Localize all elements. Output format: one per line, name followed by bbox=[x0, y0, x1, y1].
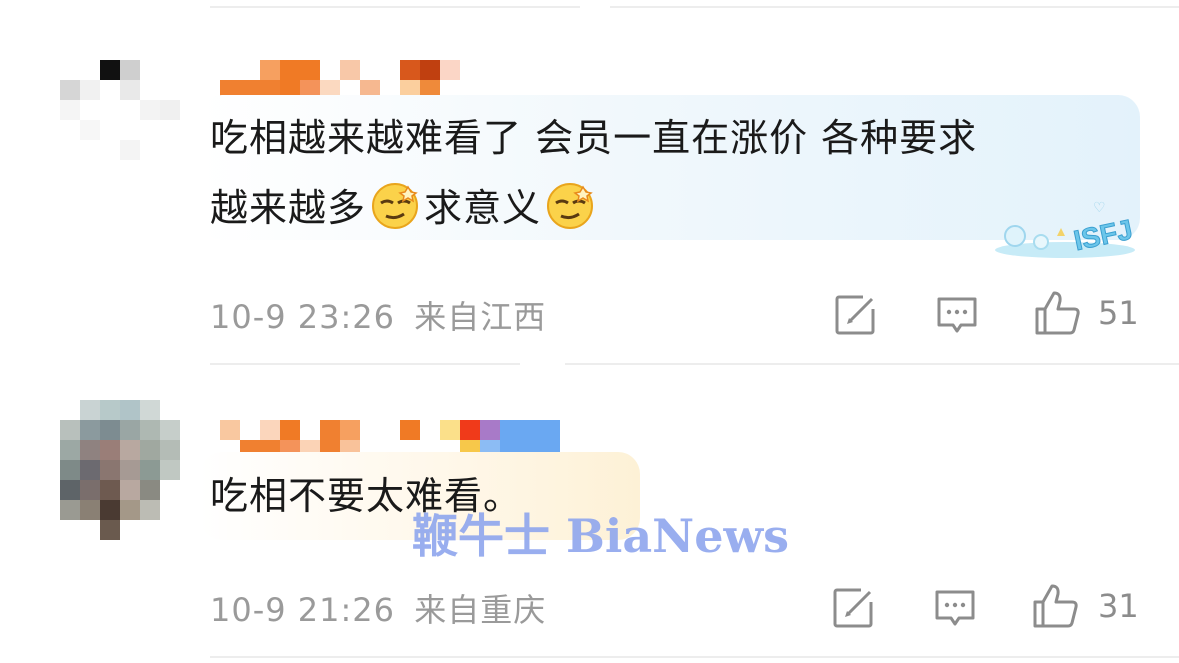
comment-location: 来自重庆 bbox=[414, 591, 547, 629]
username-pixelated[interactable] bbox=[220, 60, 460, 100]
comment-text: 吃相越来越难看了 会员一直在涨价 各种要求 越来越多 求意义 bbox=[210, 103, 1110, 243]
comment-text-part: 求意义 bbox=[424, 186, 542, 230]
comment-icon[interactable] bbox=[935, 293, 979, 337]
comment-icon[interactable] bbox=[933, 586, 977, 630]
top-divider-right bbox=[610, 6, 1179, 8]
comment-date: 10-9 21:26 bbox=[210, 591, 396, 629]
comment-line: 吃相越来越难看了 会员一直在涨价 各种要求 bbox=[210, 116, 978, 160]
thumbs-up-icon[interactable] bbox=[1031, 582, 1081, 630]
avatar[interactable] bbox=[60, 40, 180, 180]
like-count: 31 bbox=[1098, 587, 1139, 625]
comment-line: 越来越多 求意义 bbox=[210, 173, 1110, 243]
comment-divider-right bbox=[565, 363, 1179, 365]
comment-meta: 10-9 21:26 来自重庆 bbox=[210, 585, 546, 631]
comment-meta: 10-9 23:26 来自江西 bbox=[210, 292, 546, 338]
share-icon[interactable] bbox=[833, 293, 877, 337]
comment-text-part: 越来越多 bbox=[210, 186, 367, 230]
comment-divider bbox=[210, 363, 520, 365]
avatar[interactable] bbox=[60, 400, 180, 540]
like-count: 51 bbox=[1098, 294, 1139, 332]
watermark: 鞭牛士 BiaNews bbox=[412, 509, 789, 563]
smirk-emoji-icon bbox=[547, 183, 594, 229]
comment-location: 来自江西 bbox=[414, 298, 547, 336]
top-divider bbox=[210, 6, 580, 8]
thumbs-up-icon[interactable] bbox=[1033, 289, 1083, 337]
share-icon[interactable] bbox=[831, 586, 875, 630]
comment-date: 10-9 23:26 bbox=[210, 298, 396, 336]
bottom-divider bbox=[210, 656, 1179, 658]
smirk-emoji-icon bbox=[372, 183, 419, 229]
